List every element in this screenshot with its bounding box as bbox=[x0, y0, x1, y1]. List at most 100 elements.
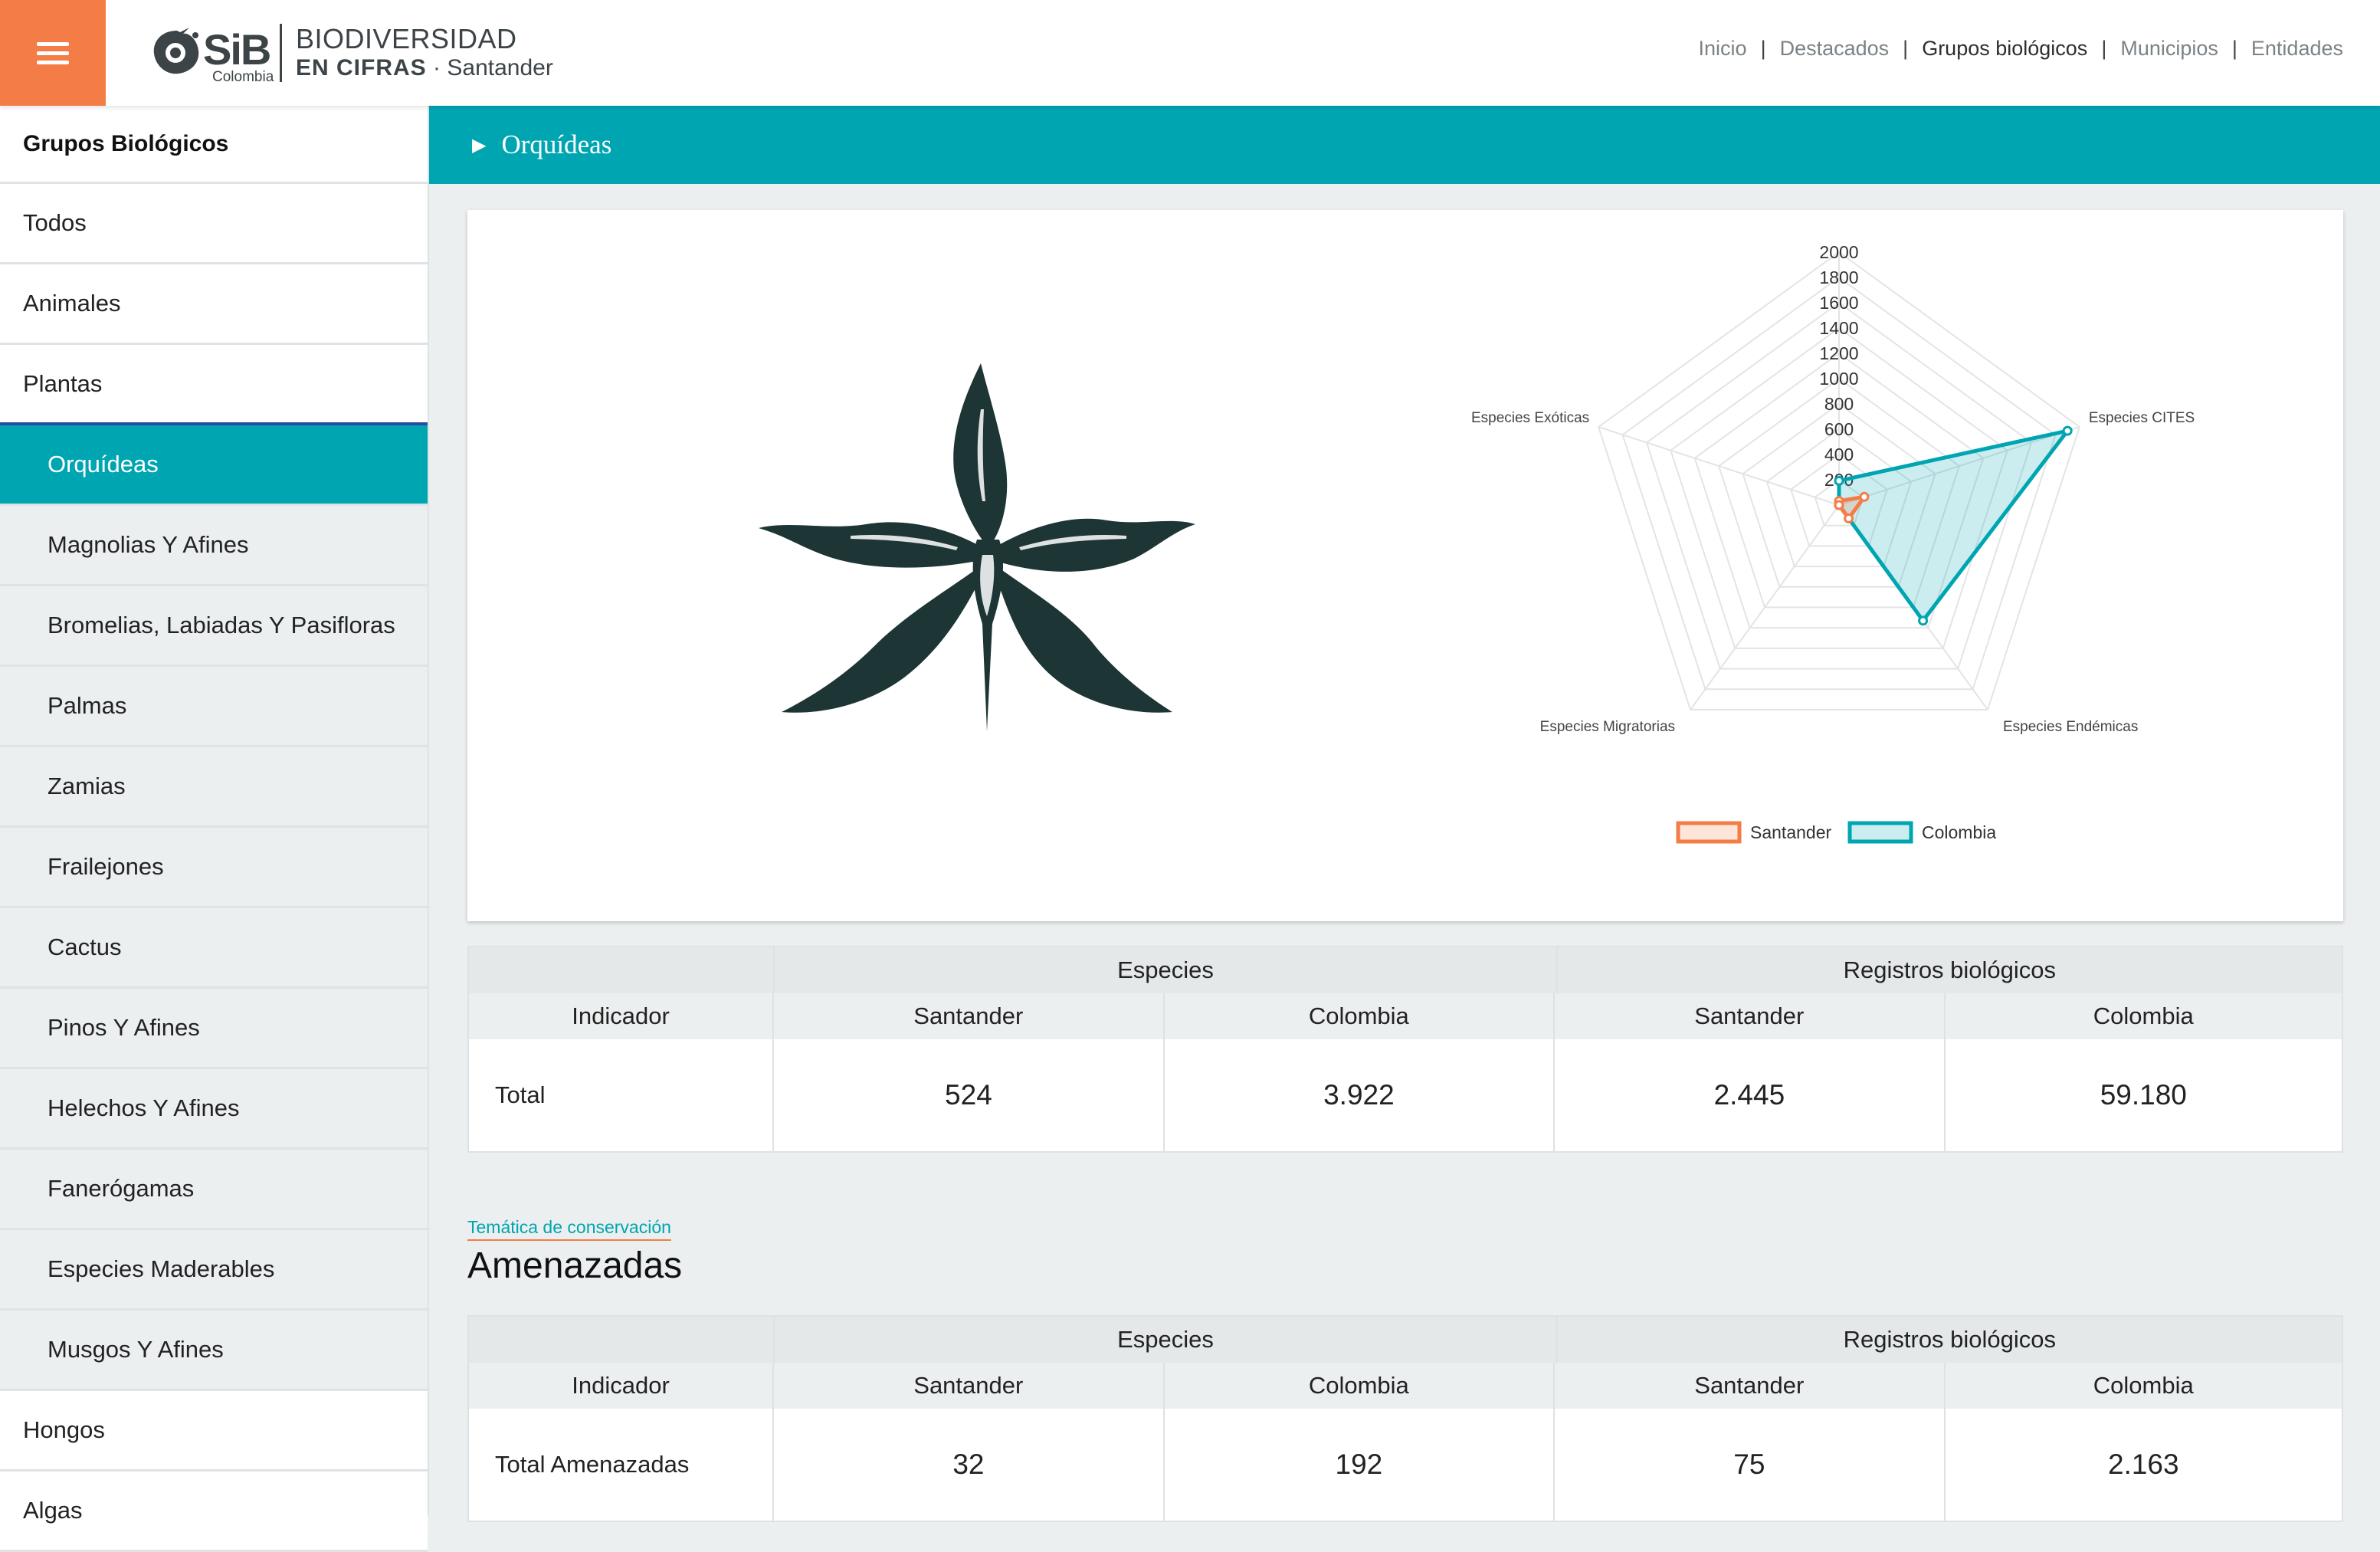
top-header: SiB Colombia BIODIVERSIDAD EN CIFRAS · S… bbox=[0, 0, 2380, 106]
table-cell-value: 192 bbox=[1165, 1409, 1556, 1521]
table-header-colombia: Colombia bbox=[1165, 1363, 1556, 1409]
site-logo[interactable]: SiB Colombia BIODIVERSIDAD EN CIFRAS · S… bbox=[149, 18, 553, 87]
table-cell-value: 75 bbox=[1555, 1409, 1946, 1521]
sidebar-item-animales[interactable]: Animales bbox=[0, 264, 428, 345]
table-header-colombia: Colombia bbox=[2093, 1372, 2194, 1399]
logo-line1: BIODIVERSIDAD bbox=[296, 23, 517, 54]
sidebar-item-helechos[interactable]: Helechos Y Afines bbox=[0, 1069, 428, 1150]
sidebar-item-zamias[interactable]: Zamias bbox=[0, 747, 428, 828]
orchid-petal-right bbox=[988, 518, 1195, 572]
table-group-registros: Registros biológicos bbox=[1843, 956, 2057, 983]
table-row-label: Total bbox=[469, 1039, 775, 1151]
radar-point bbox=[1859, 491, 1870, 502]
table-header-colombia: Colombia bbox=[2093, 1002, 2194, 1029]
sidebar-item-plantas[interactable]: Plantas bbox=[0, 345, 428, 425]
radar-axis-label: Especies Endémicas bbox=[2003, 719, 2138, 735]
nav-municipios[interactable]: Municipios bbox=[2120, 37, 2218, 61]
radar-tick-label: 800 bbox=[1824, 394, 1854, 414]
sib-emblem-icon bbox=[153, 28, 199, 74]
radar-axis-label: Especies Exóticas bbox=[1471, 410, 1589, 426]
radar-point bbox=[2062, 425, 2073, 436]
table-header-empty bbox=[469, 1317, 775, 1363]
table-header-santander: Santander bbox=[1555, 993, 1946, 1039]
logo-line2: EN CIFRAS · Santander bbox=[296, 54, 553, 82]
logo-wordmark: BIODIVERSIDAD EN CIFRAS · Santander bbox=[296, 24, 553, 82]
conservation-title: Amenazadas bbox=[467, 1245, 683, 1286]
sidebar-item-musgos[interactable]: Musgos Y Afines bbox=[0, 1311, 428, 1391]
radar-tick-label: 2000 bbox=[1819, 242, 1858, 262]
nav-entidades[interactable]: Entidades bbox=[2251, 37, 2343, 61]
sidebar-item-frailejones[interactable]: Frailejones bbox=[0, 828, 428, 908]
table-header-colombia: Colombia bbox=[1165, 993, 1556, 1039]
radar-tick-label: 1800 bbox=[1819, 267, 1858, 287]
radar-tick-label: 1000 bbox=[1819, 369, 1858, 389]
radar-axis-label: Especies Migratorias bbox=[1540, 719, 1675, 735]
legend-label: Colombia bbox=[1922, 822, 1996, 842]
sidebar-item-todos[interactable]: Todos bbox=[0, 184, 428, 264]
sidebar-item-orquideas[interactable]: Orquídeas bbox=[0, 425, 428, 506]
table-sub-header-row: Indicador Santander Colombia Santander C… bbox=[469, 993, 2342, 1039]
sidebar-item-maderables[interactable]: Especies Maderables bbox=[0, 1230, 428, 1311]
top-navigation: Inicio | Destacados | Grupos biológicos … bbox=[1699, 37, 2343, 61]
radar-tick-label: 1200 bbox=[1819, 343, 1858, 363]
legend-swatch bbox=[1847, 821, 1913, 844]
sidebar-item-magnolias[interactable]: Magnolias Y Afines bbox=[0, 506, 428, 586]
radar-point bbox=[1834, 500, 1844, 510]
sidebar-title: Grupos Biológicos bbox=[0, 106, 428, 184]
table-cell-value: 59.180 bbox=[2100, 1079, 2187, 1111]
radar-spoke bbox=[1598, 426, 1840, 506]
section-title: Orquídeas bbox=[501, 130, 612, 159]
sidebar-item-fanerogamas[interactable]: Fanerógamas bbox=[0, 1150, 428, 1230]
logo-country: Colombia bbox=[212, 69, 274, 85]
radar-series bbox=[1834, 425, 2073, 626]
table-group-header-row: Especies Registros biológicos bbox=[469, 1317, 2342, 1363]
nav-grupos-biologicos[interactable]: Grupos biológicos bbox=[1922, 37, 2087, 61]
nav-destacados[interactable]: Destacados bbox=[1780, 37, 1890, 61]
radar-legend[interactable]: Santander Colombia bbox=[1676, 821, 1996, 844]
table-group-especies: Especies bbox=[775, 947, 1558, 993]
table-group-registros: Registros biológicos bbox=[1843, 1326, 2057, 1353]
table-row: Total 524 3.922 2.445 59.180 bbox=[469, 1039, 2342, 1151]
table-header-indicador: Indicador bbox=[469, 993, 775, 1039]
table-cell-value: 32 bbox=[774, 1409, 1165, 1521]
nav-inicio[interactable]: Inicio bbox=[1699, 37, 1747, 61]
sidebar-item-palmas[interactable]: Palmas bbox=[0, 667, 428, 747]
sidebar-item-pinos[interactable]: Pinos Y Afines bbox=[0, 989, 428, 1069]
table-header-santander: Santander bbox=[774, 993, 1165, 1039]
table-cell-value: 2.163 bbox=[2108, 1449, 2179, 1480]
sidebar-item-algas[interactable]: Algas bbox=[0, 1472, 428, 1552]
conservation-kicker-link[interactable]: Temática de conservación bbox=[467, 1217, 671, 1241]
sidebar-item-cactus[interactable]: Cactus bbox=[0, 908, 428, 989]
table-sub-header-row: Indicador Santander Colombia Santander C… bbox=[469, 1363, 2342, 1409]
table-header-indicador: Indicador bbox=[469, 1363, 775, 1409]
threatened-table: Especies Registros biológicos Indicador … bbox=[467, 1315, 2343, 1522]
table-header-santander: Santander bbox=[1555, 1363, 1946, 1409]
sidebar-item-bromelias[interactable]: Bromelias, Labiadas Y Pasifloras bbox=[0, 586, 428, 667]
logo-brand: SiB bbox=[203, 25, 271, 74]
nav-separator: | bbox=[1903, 37, 1909, 60]
radar-tick-label: 1400 bbox=[1819, 318, 1858, 338]
logo-line2-sep: · bbox=[433, 55, 441, 80]
radar-tick-label: 400 bbox=[1824, 445, 1854, 464]
radar-axis-label: Especies CITES bbox=[2089, 410, 2195, 426]
play-triangle-icon: ▶ bbox=[472, 134, 487, 156]
table-group-header-row: Especies Registros biológicos bbox=[469, 947, 2342, 993]
orchid-petal-left bbox=[759, 522, 988, 568]
orchid-petal-bottom-right bbox=[996, 570, 1172, 713]
table-row: Total Amenazadas 32 192 75 2.163 bbox=[469, 1409, 2342, 1521]
radar-tick-label: 600 bbox=[1824, 419, 1854, 439]
legend-label: Santander bbox=[1750, 822, 1831, 842]
logo-region: Santander bbox=[447, 55, 553, 80]
nav-separator: | bbox=[2231, 37, 2237, 60]
table-row-label: Total Amenazadas bbox=[469, 1409, 775, 1521]
overview-card: 200400600800100012001400160018002000 Esp… bbox=[467, 210, 2343, 921]
sidebar-item-hongos[interactable]: Hongos bbox=[0, 1391, 428, 1472]
main-content: ▶ Orquídeas 2004006008001 bbox=[429, 106, 2380, 1522]
legend-swatch bbox=[1676, 821, 1742, 844]
radar-series-area bbox=[1837, 428, 2073, 625]
hamburger-menu-button[interactable] bbox=[0, 0, 106, 106]
table-group-especies: Especies bbox=[775, 1317, 1558, 1363]
radar-point bbox=[1834, 475, 1844, 486]
radar-tick-label: 1600 bbox=[1819, 293, 1858, 313]
sidebar: Grupos Biológicos Todos Animales Plantas… bbox=[0, 106, 429, 1552]
